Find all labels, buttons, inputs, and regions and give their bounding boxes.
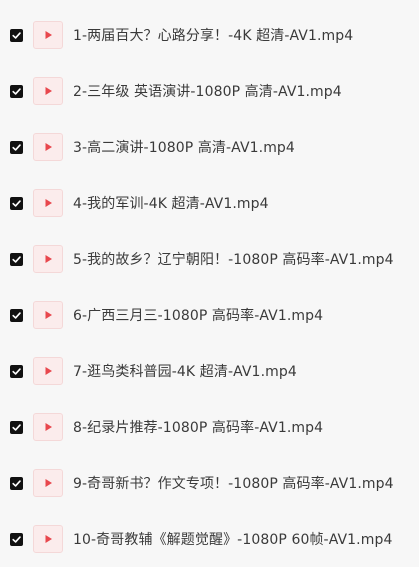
play-icon	[45, 143, 52, 151]
file-list: 1-两届百大？心路分享！-4K 超清-AV1.mp4 2-三年级 英语演讲-10…	[0, 0, 419, 567]
file-name: 2-三年级 英语演讲-1080P 高清-AV1.mp4	[73, 84, 342, 100]
checkbox-checked[interactable]	[10, 420, 23, 434]
checkbox-checked[interactable]	[10, 364, 23, 378]
checkmark-icon	[12, 367, 21, 375]
checkmark-icon	[12, 31, 21, 39]
play-icon	[45, 31, 52, 39]
file-row[interactable]: 3-高二演讲-1080P 高清-AV1.mp4	[0, 119, 419, 175]
file-name: 5-我的故乡？辽宁朝阳！-1080P 高码率-AV1.mp4	[73, 252, 394, 268]
checkbox-checked[interactable]	[10, 532, 23, 546]
file-row[interactable]: 9-奇哥新书？作文专项！-1080P 高码率-AV1.mp4	[0, 455, 419, 511]
file-name: 3-高二演讲-1080P 高清-AV1.mp4	[73, 140, 295, 156]
play-icon	[45, 87, 52, 95]
play-icon	[45, 255, 52, 263]
play-icon	[45, 535, 52, 543]
checkmark-icon	[12, 535, 21, 543]
video-file-icon	[33, 357, 63, 385]
checkbox-checked[interactable]	[10, 476, 23, 490]
checkmark-icon	[12, 143, 21, 151]
file-name: 6-广西三月三-1080P 高码率-AV1.mp4	[73, 308, 324, 324]
file-name: 9-奇哥新书？作文专项！-1080P 高码率-AV1.mp4	[73, 476, 394, 492]
checkbox-checked[interactable]	[10, 84, 23, 98]
checkmark-icon	[12, 479, 21, 487]
play-icon	[45, 367, 52, 375]
video-file-icon	[33, 77, 63, 105]
video-file-icon	[33, 301, 63, 329]
file-name: 1-两届百大？心路分享！-4K 超清-AV1.mp4	[73, 28, 354, 44]
video-file-icon	[33, 525, 63, 553]
file-row[interactable]: 7-逛鸟类科普园-4K 超清-AV1.mp4	[0, 343, 419, 399]
video-file-icon	[33, 245, 63, 273]
video-file-icon	[33, 413, 63, 441]
file-row[interactable]: 2-三年级 英语演讲-1080P 高清-AV1.mp4	[0, 63, 419, 119]
checkmark-icon	[12, 87, 21, 95]
checkmark-icon	[12, 311, 21, 319]
checkmark-icon	[12, 423, 21, 431]
video-file-icon	[33, 469, 63, 497]
play-icon	[45, 479, 52, 487]
video-file-icon	[33, 189, 63, 217]
file-row[interactable]: 6-广西三月三-1080P 高码率-AV1.mp4	[0, 287, 419, 343]
file-row[interactable]: 4-我的军训-4K 超清-AV1.mp4	[0, 175, 419, 231]
play-icon	[45, 199, 52, 207]
file-row[interactable]: 1-两届百大？心路分享！-4K 超清-AV1.mp4	[0, 7, 419, 63]
video-file-icon	[33, 21, 63, 49]
checkbox-checked[interactable]	[10, 28, 23, 42]
play-icon	[45, 311, 52, 319]
checkmark-icon	[12, 255, 21, 263]
file-row[interactable]: 8-纪录片推荐-1080P 高码率-AV1.mp4	[0, 399, 419, 455]
checkbox-checked[interactable]	[10, 308, 23, 322]
file-name: 7-逛鸟类科普园-4K 超清-AV1.mp4	[73, 364, 297, 380]
checkmark-icon	[12, 199, 21, 207]
checkbox-checked[interactable]	[10, 252, 23, 266]
file-row[interactable]: 5-我的故乡？辽宁朝阳！-1080P 高码率-AV1.mp4	[0, 231, 419, 287]
file-name: 8-纪录片推荐-1080P 高码率-AV1.mp4	[73, 420, 324, 436]
file-name: 10-奇哥教辅《解题觉醒》-1080P 60帧-AV1.mp4	[73, 532, 393, 548]
video-file-icon	[33, 133, 63, 161]
checkbox-checked[interactable]	[10, 140, 23, 154]
file-name: 4-我的军训-4K 超清-AV1.mp4	[73, 196, 269, 212]
file-row[interactable]: 10-奇哥教辅《解题觉醒》-1080P 60帧-AV1.mp4	[0, 511, 419, 567]
play-icon	[45, 423, 52, 431]
checkbox-checked[interactable]	[10, 196, 23, 210]
